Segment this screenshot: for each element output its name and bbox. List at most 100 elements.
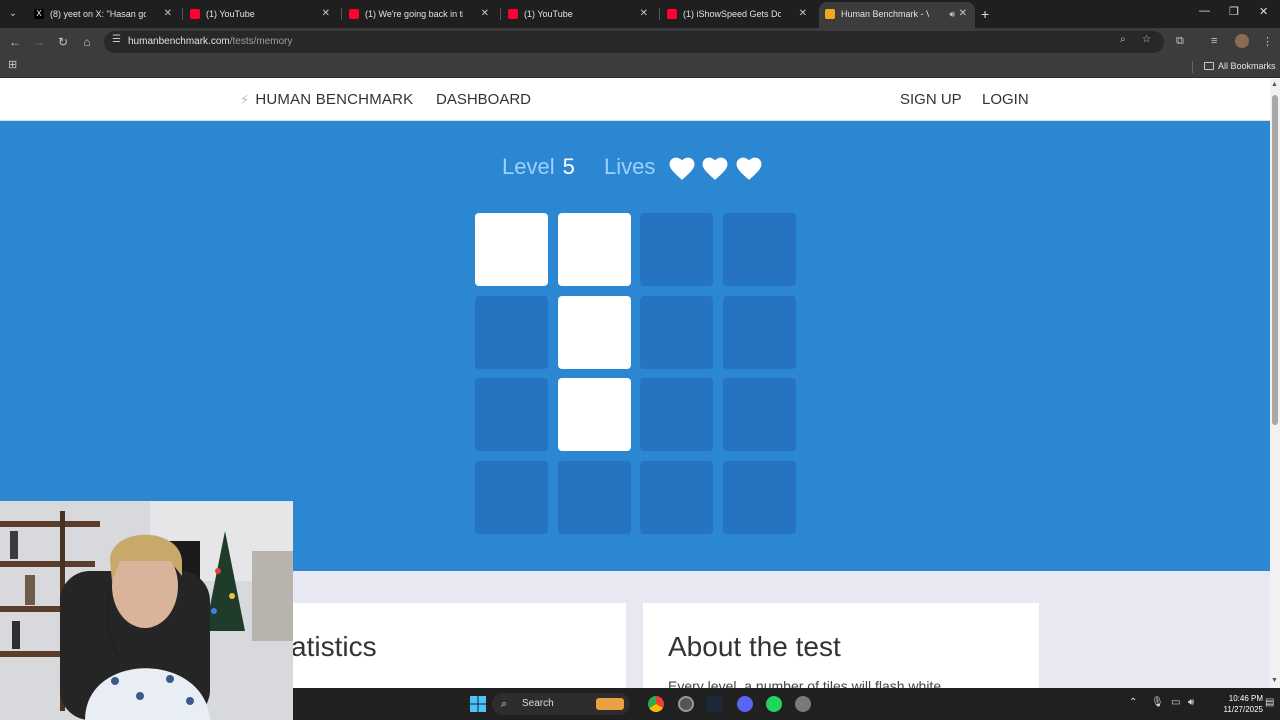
apps-grid-icon[interactable]: ⊞ [8,60,19,71]
grid-tile[interactable] [558,213,631,286]
close-tab-icon[interactable]: ✕ [959,2,967,26]
level-value: 5 [562,154,575,179]
minimize-icon[interactable]: — [1199,5,1210,17]
clock-time: 10:46 PM [1228,694,1263,703]
streamer-webcam-image [0,501,293,720]
site-logo[interactable]: ⚡︎ HUMAN BENCHMARK [240,79,413,121]
volume-icon[interactable]: 🔊︎ [1188,697,1194,708]
tab-title: (8) yeet on X: "Hasan goes at it [50,9,146,19]
page-scrollbar[interactable]: ▲ ▼ [1270,79,1280,688]
grid-tile[interactable] [475,213,548,286]
tab-youtube-4[interactable]: (1) iShowSpeed Gets Doxxed O ✕ [667,4,815,24]
grid-tile[interactable] [723,461,796,534]
taskbar-search[interactable]: ⌕ Search [492,693,630,715]
bookmark-star-icon[interactable]: ☆ [1142,34,1151,45]
back-icon[interactable]: ← [7,34,23,50]
spotify-taskbar-icon[interactable] [766,696,782,712]
tab-youtube-3[interactable]: (1) YouTube ✕ [508,4,656,24]
forward-icon[interactable]: → [31,34,47,50]
grid-tile[interactable] [558,296,631,369]
grid-tile[interactable] [640,461,713,534]
grid-tile[interactable] [475,296,548,369]
tab-title: Human Benchmark - Visual [841,9,929,19]
tray-overflow-icon[interactable]: ⌃ [1129,697,1137,708]
nav-signup[interactable]: SIGN UP [900,79,962,121]
heart-icon [736,157,762,180]
tab-divider [341,8,342,20]
extensions-icon[interactable]: ⧉ [1176,35,1184,48]
grid-tile[interactable] [475,461,548,534]
obs-taskbar-icon[interactable] [678,696,694,712]
restore-icon[interactable]: ❐ [1229,5,1239,18]
discord-taskbar-icon[interactable] [737,696,753,712]
lightning-bolt-icon: ⚡︎ [240,92,250,107]
webcam-overlay [0,501,293,720]
new-tab-button[interactable]: + [981,4,989,24]
close-tab-icon[interactable]: ✕ [164,4,172,24]
youtube-icon [667,9,677,19]
tab-youtube-1[interactable]: (1) YouTube ✕ [190,4,338,24]
bookmarks-bar: ⊞ All Bookmarks [0,56,1280,78]
clock-date: 11/27/2025 [1223,705,1263,714]
address-bar[interactable]: ☰ humanbenchmark.com/tests/memory ⌕ ☆ [104,31,1164,53]
grid-tile[interactable] [723,296,796,369]
tab-divider [500,8,501,20]
lives-label: Lives [604,154,656,179]
grid-tile[interactable] [558,378,631,451]
grid-tile[interactable] [640,378,713,451]
microphone-icon[interactable]: 🎙︎ [1151,697,1164,708]
reload-icon[interactable]: ↻ [55,34,71,50]
close-tab-icon[interactable]: ✕ [799,4,807,24]
tab-x-post[interactable]: X (8) yeet on X: "Hasan goes at it ✕ [34,4,180,24]
memory-grid [475,213,796,534]
about-title: About the test [668,631,841,662]
site-navbar: ⚡︎ HUMAN BENCHMARK DASHBOARD SIGN UP LOGI… [0,79,1270,121]
tab-title: (1) We're going back in time to [365,9,463,19]
profile-avatar[interactable] [1235,34,1249,48]
windows-start-icon[interactable] [470,696,486,712]
steam-taskbar-icon[interactable] [707,696,723,712]
notifications-icon[interactable]: ▤ [1265,697,1274,708]
tab-title: (1) iShowSpeed Gets Doxxed O [683,9,781,19]
close-tab-icon[interactable]: ✕ [322,4,330,24]
taskbar-clock[interactable]: 10:46 PM 11/27/2025 [1203,693,1263,715]
all-bookmarks-button[interactable]: All Bookmarks [1204,56,1276,76]
grid-tile[interactable] [723,378,796,451]
level-label: Level [502,154,555,179]
home-icon[interactable]: ⌂ [79,34,95,50]
about-text: Every level, a number of tiles will flas… [668,678,945,688]
windows-taskbar: ⌕ Search ⌃ 🎙︎ ▭ 🔊︎ 10:46 PM 11/27/2025 ▤ [293,688,1280,720]
tab-divider [659,8,660,20]
search-icon: ⌕ [501,698,508,710]
settings-taskbar-icon[interactable] [795,696,811,712]
menu-icon[interactable]: ⋮ [1262,35,1273,48]
scroll-down-icon[interactable]: ▼ [1271,677,1278,684]
tab-search-button[interactable]: ⌄ [4,5,22,23]
tab-human-benchmark[interactable]: Human Benchmark - Visual 🔊︎ ✕ [819,2,975,28]
tab-youtube-2[interactable]: (1) We're going back in time to ✕ [349,4,497,24]
heart-icon [702,157,728,180]
speaker-icon[interactable]: 🔊︎ [949,2,955,26]
media-controls-icon[interactable]: ≡ [1211,35,1217,47]
nav-login[interactable]: LOGIN [982,79,1029,121]
window-close-icon[interactable]: ✕ [1259,5,1268,18]
brand-name: HUMAN BENCHMARK [255,91,414,108]
close-tab-icon[interactable]: ✕ [640,4,648,24]
nav-dashboard[interactable]: DASHBOARD [436,79,531,121]
chrome-taskbar-icon[interactable] [648,696,664,712]
grid-tile[interactable] [640,296,713,369]
grid-tile[interactable] [558,461,631,534]
grid-tile[interactable] [640,213,713,286]
grid-tile[interactable] [475,378,548,451]
site-info-icon[interactable]: ☰ [112,34,121,45]
taskbar-search-label: Search [522,698,554,709]
about-card: About the test Every level, a number of … [643,603,1039,688]
scrollbar-thumb[interactable] [1272,95,1278,425]
bookmarks-divider [1192,61,1193,73]
search-highlight-icon [596,698,624,710]
zoom-icon[interactable]: ⌕ [1120,34,1126,45]
grid-tile[interactable] [723,213,796,286]
close-tab-icon[interactable]: ✕ [481,4,489,24]
network-icon[interactable]: ▭ [1171,697,1180,708]
scroll-up-icon[interactable]: ▲ [1271,81,1278,88]
